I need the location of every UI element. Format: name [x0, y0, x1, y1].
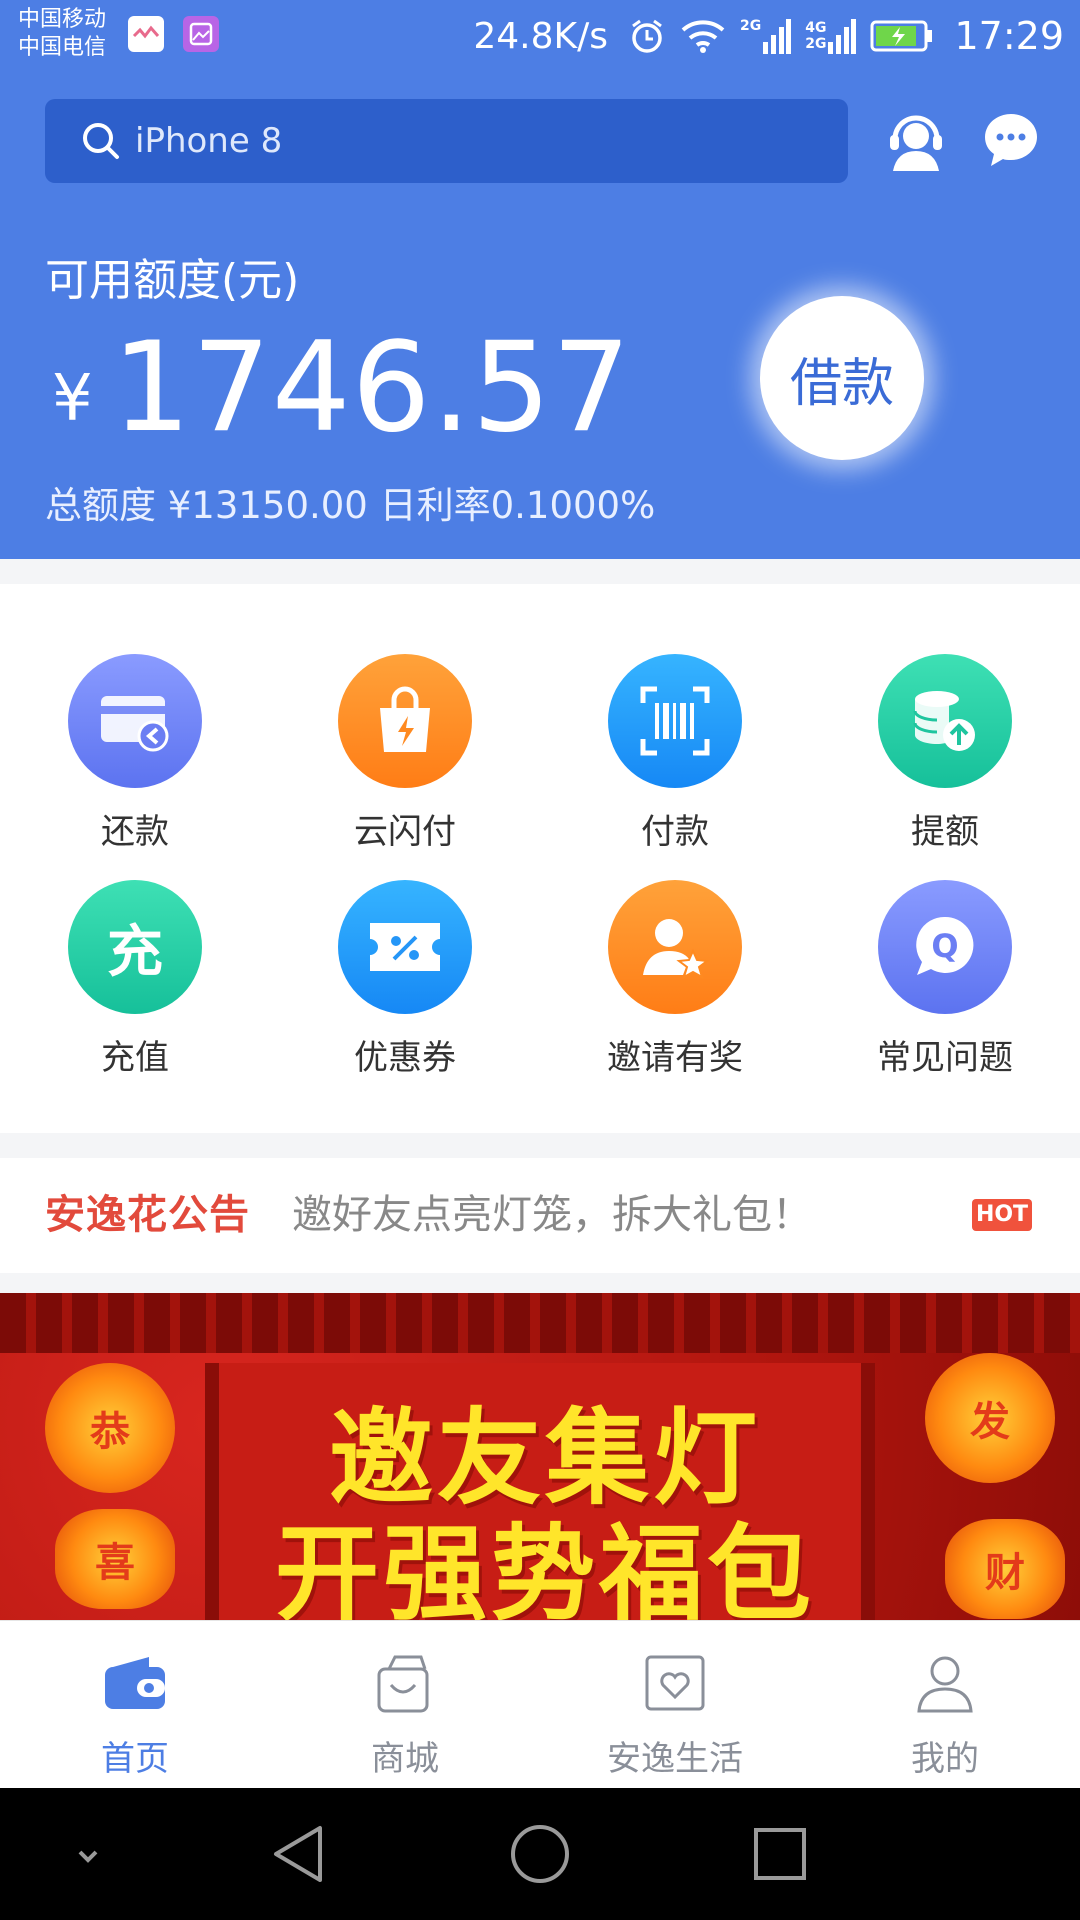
heart-box-icon	[645, 1655, 705, 1711]
grid-label: 还款	[101, 812, 169, 852]
announcement-text: 邀好友点亮灯笼，拆大礼包！	[292, 1192, 812, 1238]
shopping-bag-icon	[377, 1655, 429, 1713]
borrow-button[interactable]: 借款	[760, 296, 924, 460]
recharge-glyph: 充	[107, 919, 163, 985]
sim1-signal: 2G	[740, 18, 792, 54]
tab-mall[interactable]: 商城	[270, 1621, 540, 1789]
faq-bubble-icon: Q	[878, 880, 1012, 1014]
tab-life[interactable]: 安逸生活	[540, 1621, 810, 1789]
tab-label: 首页	[101, 1739, 169, 1779]
tab-label: 安逸生活	[607, 1739, 743, 1779]
tab-label: 商城	[371, 1739, 439, 1779]
grid-item-quickpay[interactable]: 云闪付	[305, 654, 505, 854]
health-app-icon	[128, 16, 164, 52]
sim2-signal: 4G 2G	[805, 18, 857, 54]
grid-item-invite[interactable]: 邀请有奖	[575, 880, 775, 1080]
announcement-brand: 安逸花公告	[45, 1192, 250, 1238]
feature-grid: 还款 云闪付 付款 提额 充 充值 优惠券 邀请有奖 Q 常见问题	[0, 584, 1080, 1133]
carrier-1: 中国移动	[18, 7, 107, 32]
grid-item-pay[interactable]: 付款	[575, 654, 775, 854]
banner-roof	[0, 1293, 1080, 1353]
lantern-right-top: 发	[925, 1353, 1055, 1483]
alarm-icon	[632, 19, 662, 53]
sim2-signal-icon	[828, 19, 857, 54]
person-icon	[917, 1656, 973, 1713]
promo-banner[interactable]: 恭 喜 发 财 邀友集灯 开强势福包	[0, 1293, 1080, 1620]
grid-label: 提额	[911, 812, 979, 852]
search-icon	[83, 123, 119, 159]
sim2-type: 4G 2G	[805, 20, 827, 52]
coupon-icon	[338, 880, 472, 1014]
wallet-icon	[105, 1657, 165, 1709]
status-bar: 中国移动 中国电信 24.8K/s 2G 4G 2G 17:29	[0, 0, 1080, 72]
grid-label: 邀请有奖	[607, 1038, 743, 1078]
grid-item-faq[interactable]: Q 常见问题	[845, 880, 1045, 1080]
customer-service-icon[interactable]	[885, 109, 947, 171]
sim1-signal-icon	[763, 19, 792, 54]
chevron-down-icon[interactable]	[52, 1818, 124, 1890]
gallery-app-icon	[183, 16, 219, 52]
grid-item-coupon[interactable]: 优惠券	[305, 880, 505, 1080]
tab-label: 我的	[911, 1739, 979, 1779]
grid-item-repay[interactable]: 还款	[35, 654, 235, 854]
lantern-left-top: 恭	[45, 1363, 175, 1493]
available-credit-amount: 1746.57	[112, 316, 632, 460]
message-icon[interactable]	[982, 110, 1040, 168]
header: 中国移动 中国电信 24.8K/s 2G 4G 2G 17:29 iPhone …	[0, 0, 1080, 559]
tab-mine[interactable]: 我的	[810, 1621, 1080, 1789]
repay-card-icon	[68, 654, 202, 788]
clock: 17:29	[954, 14, 1064, 58]
tab-home[interactable]: 首页	[0, 1621, 270, 1789]
search-bar[interactable]: iPhone 8	[45, 99, 848, 183]
lantern-right-bottom: 财	[945, 1519, 1065, 1619]
lantern-left-bottom: 喜	[55, 1509, 175, 1609]
grid-label: 优惠券	[354, 1038, 456, 1078]
sim1-type: 2G	[740, 18, 762, 34]
home-circle-icon[interactable]	[504, 1818, 576, 1890]
coin-stack-up-icon	[878, 654, 1012, 788]
hot-badge: HOT	[972, 1199, 1032, 1231]
invite-star-icon	[608, 880, 742, 1014]
back-triangle-icon[interactable]	[264, 1818, 336, 1890]
grid-label: 云闪付	[354, 812, 456, 852]
net-speed: 24.8K/s	[473, 15, 609, 57]
grid-label: 充值	[101, 1038, 169, 1078]
system-navigation-bar	[0, 1788, 1080, 1920]
quickpay-bag-icon	[338, 654, 472, 788]
announcement-bar[interactable]: 安逸花公告 邀好友点亮灯笼，拆大礼包！ HOT	[0, 1158, 1080, 1273]
battery-charging-icon	[870, 20, 933, 52]
svg-text:Q: Q	[931, 927, 958, 965]
carrier-names: 中国移动 中国电信	[18, 6, 106, 62]
credit-limit-info: 总额度 ¥13150.00 日利率0.1000%	[45, 484, 656, 527]
bottom-tab-bar: 首页 商城 安逸生活 我的	[0, 1620, 1080, 1788]
grid-item-raise-limit[interactable]: 提额	[845, 654, 1045, 854]
search-placeholder: iPhone 8	[135, 121, 283, 161]
wifi-icon	[681, 20, 725, 53]
available-credit-label: 可用额度(元)	[45, 255, 300, 306]
grid-item-recharge[interactable]: 充 充值	[35, 880, 235, 1080]
barcode-scan-icon	[608, 654, 742, 788]
recharge-icon: 充	[68, 880, 202, 1014]
currency-symbol: ¥	[52, 362, 93, 436]
grid-label: 常见问题	[877, 1038, 1013, 1078]
banner-headline-2: 开强势福包	[274, 1513, 815, 1620]
carrier-2: 中国电信	[18, 35, 107, 60]
recents-square-icon[interactable]	[744, 1818, 816, 1890]
status-indicators: 24.8K/s 2G 4G 2G 17:29	[473, 10, 1064, 62]
grid-label: 付款	[641, 812, 709, 852]
